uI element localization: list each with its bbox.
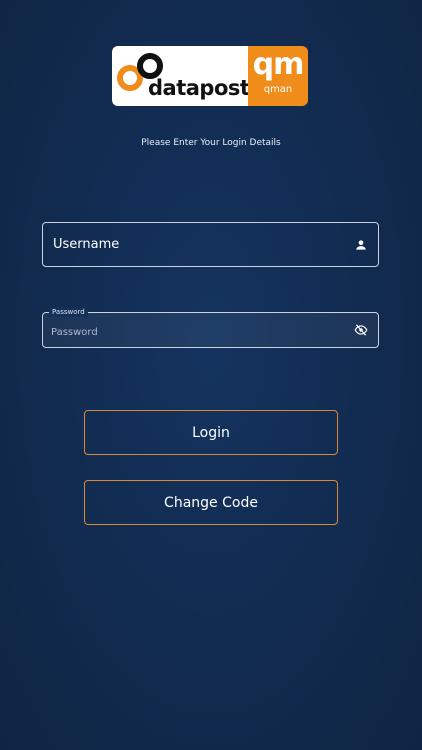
logo-badge-subtext: qman: [263, 84, 293, 95]
username-field[interactable]: [42, 222, 379, 267]
change-code-button[interactable]: Change Code: [84, 480, 338, 525]
datapost-logo: datapost: [112, 46, 250, 106]
username-input[interactable]: [43, 223, 378, 266]
eye-off-icon[interactable]: [354, 323, 368, 337]
password-input[interactable]: [43, 313, 378, 347]
login-instructions: Please Enter Your Login Details: [141, 138, 281, 148]
person-icon: [356, 239, 366, 250]
logo-badge-text: qm: [252, 47, 305, 82]
password-field[interactable]: Password: [42, 307, 379, 348]
app-logo: datapost qm qman: [112, 46, 308, 106]
qman-logo: qm qman: [248, 46, 308, 106]
logo-brand-text: datapost: [148, 76, 250, 100]
login-button[interactable]: Login: [84, 410, 338, 455]
